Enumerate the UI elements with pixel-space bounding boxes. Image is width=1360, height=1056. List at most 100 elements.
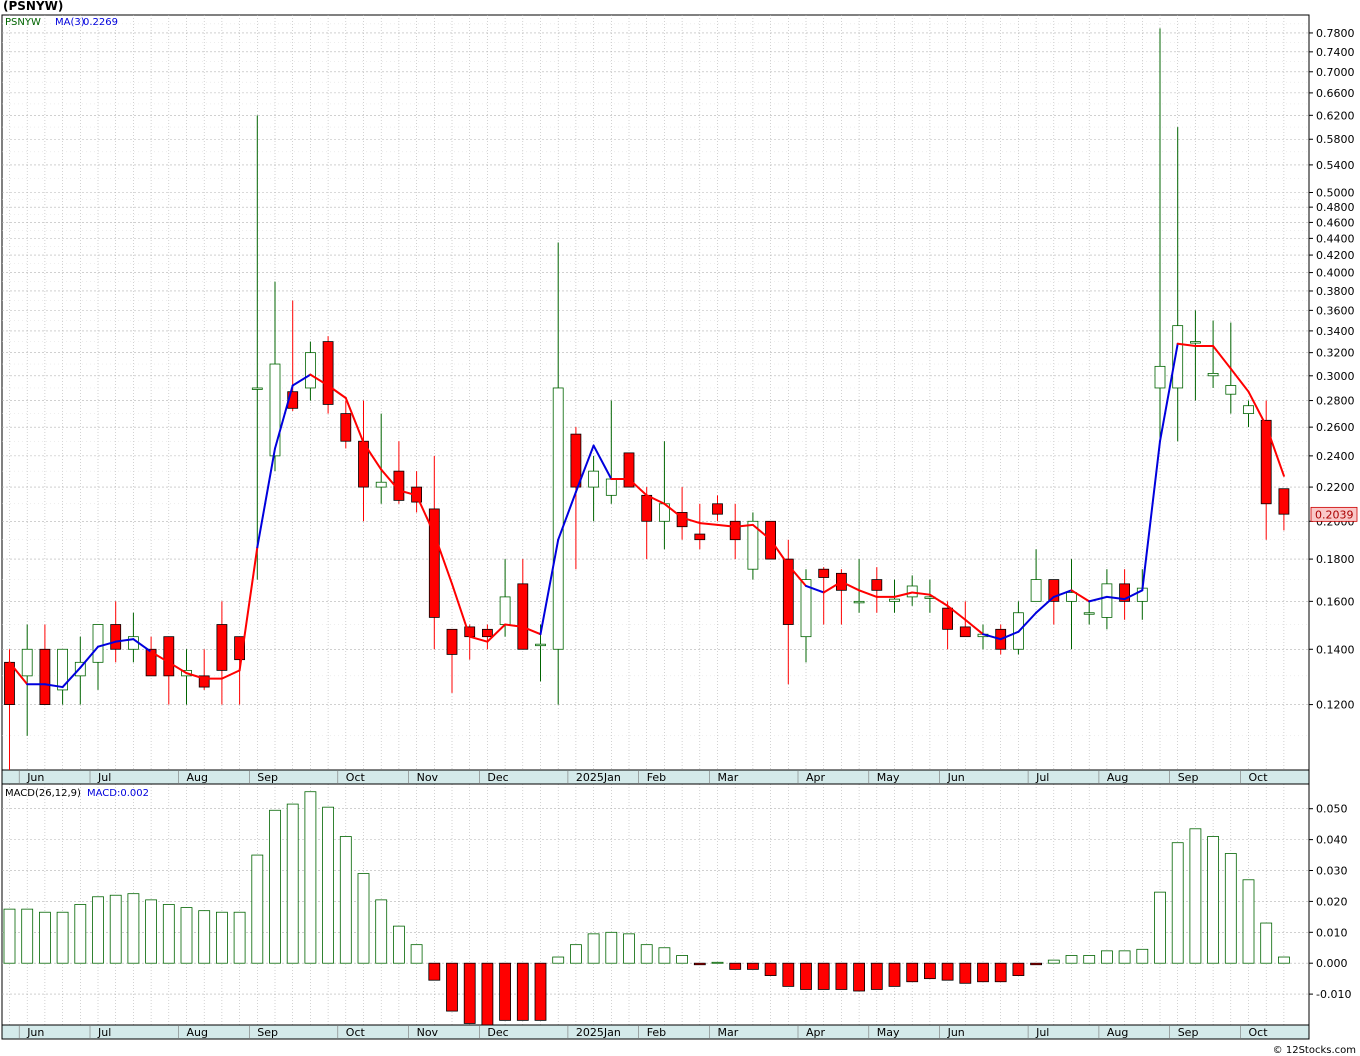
macd-bar — [853, 962, 865, 992]
y-tick-label: 0.5400 — [1316, 159, 1355, 172]
candle-body — [304, 352, 316, 389]
macd-bar — [3, 908, 16, 964]
price-month-label: Aug — [187, 771, 208, 784]
candle-body — [959, 626, 971, 638]
candle-body — [942, 607, 953, 630]
y-tick-label: 0.1600 — [1316, 595, 1355, 608]
price-month-label: Mar — [718, 771, 739, 784]
y-tick-label: 0.2400 — [1316, 450, 1355, 463]
y-tick-label: 0.2200 — [1316, 481, 1355, 494]
price-month-label: Feb — [647, 771, 666, 784]
candle-body — [552, 387, 564, 650]
candle-body — [499, 596, 511, 625]
macd-bar — [782, 962, 795, 987]
price-month-label: Nov — [417, 771, 439, 784]
macd-bar — [322, 806, 335, 964]
macd-month-label: Oct — [1249, 1026, 1269, 1039]
macd-bar — [587, 933, 600, 964]
macd-bar — [729, 962, 742, 970]
candle-body — [216, 624, 228, 671]
macd-y-tick-label: 0.030 — [1316, 865, 1348, 878]
macd-bar — [1189, 828, 1202, 964]
macd-bar — [994, 962, 1007, 983]
macd-bar — [676, 955, 688, 964]
macd-month-label: Dec — [487, 1026, 508, 1039]
macd-bar — [959, 962, 972, 984]
candle-body — [446, 628, 458, 655]
candle-body — [906, 585, 918, 598]
macd-bar — [764, 962, 777, 976]
macd-month-label: Oct — [346, 1026, 366, 1039]
macd-bar — [1171, 842, 1184, 964]
macd-bar — [711, 961, 724, 964]
y-tick-label: 0.6200 — [1316, 109, 1355, 122]
macd-bar — [516, 962, 529, 1021]
macd-month-label: Aug — [1107, 1026, 1128, 1039]
candle-body — [1066, 592, 1077, 602]
macd-bar — [463, 962, 476, 1024]
macd-bar — [693, 962, 706, 966]
price-month-label: Apr — [806, 771, 826, 784]
macd-bar — [215, 911, 228, 964]
candle-body — [694, 533, 706, 541]
y-tick-label: 0.4400 — [1316, 232, 1355, 245]
candle-body — [1278, 488, 1290, 515]
macd-bar — [269, 809, 281, 964]
y-tick-label: 0.1800 — [1316, 553, 1355, 566]
y-tick-label: 0.3200 — [1316, 347, 1355, 360]
macd-bar — [640, 944, 653, 964]
macd-month-label: Jun — [26, 1026, 44, 1039]
candle-body — [1030, 579, 1042, 602]
macd-bar — [1278, 956, 1290, 964]
price-month-label: Jul — [97, 771, 111, 784]
candle-body — [1207, 373, 1219, 377]
macd-bar — [605, 931, 618, 964]
macd-bar — [109, 894, 122, 964]
macd-bar — [1207, 836, 1219, 964]
macd-bar — [198, 910, 211, 964]
candle-body — [535, 643, 546, 647]
candle-body — [729, 520, 741, 541]
y-tick-label: 0.3400 — [1316, 325, 1355, 338]
macd-month-label: Sep — [257, 1026, 278, 1039]
macd-bar — [357, 873, 370, 964]
price-month-label: 2025Jan — [576, 771, 621, 784]
macd-bar — [127, 893, 140, 964]
candle-body — [818, 568, 830, 578]
price-month-label: Oct — [1249, 771, 1269, 784]
candle-body — [1243, 405, 1254, 415]
price-month-label: Jul — [1035, 771, 1049, 784]
macd-bar — [835, 962, 848, 990]
macd-month-label: Jul — [97, 1026, 111, 1039]
macd-bar — [481, 962, 494, 1026]
candle-body — [712, 503, 723, 515]
macd-bar — [446, 962, 458, 1012]
macd-bar — [162, 904, 175, 964]
candle-body — [871, 579, 883, 591]
candle-body — [1172, 325, 1184, 389]
candle-body — [4, 661, 15, 705]
price-month-label: Jun — [26, 771, 44, 784]
macd-month-label: Mar — [718, 1026, 739, 1039]
macd-bar — [1224, 853, 1237, 964]
macd-bar — [21, 908, 34, 964]
macd-month-label: Nov — [417, 1026, 439, 1039]
macd-y-tick-label: 0.020 — [1316, 895, 1348, 908]
macd-bar — [1118, 950, 1131, 964]
y-tick-label: 0.7000 — [1316, 66, 1355, 79]
chart-canvas: 0.12000.14000.16000.18000.20000.22000.24… — [1, 14, 1358, 1040]
y-tick-label: 0.5000 — [1316, 187, 1355, 200]
macd-bar — [375, 899, 388, 964]
legend-ma-value: 0.2269 — [83, 17, 118, 28]
y-tick-label: 0.4200 — [1316, 249, 1355, 262]
macd-month-label: Apr — [806, 1026, 826, 1039]
macd-bar — [1242, 879, 1255, 964]
footer-credit: © 12Stocks.com — [1272, 1045, 1356, 1056]
macd-month-label: May — [877, 1026, 900, 1039]
legend-ma-label: MA(3) — [55, 17, 85, 28]
macd-y-tick-label: -0.010 — [1316, 988, 1351, 1001]
macd-bar — [410, 944, 423, 964]
macd-bar — [817, 962, 830, 990]
macd-legend-label: MACD(26,12,9) — [5, 788, 81, 799]
price-month-label: Sep — [257, 771, 278, 784]
